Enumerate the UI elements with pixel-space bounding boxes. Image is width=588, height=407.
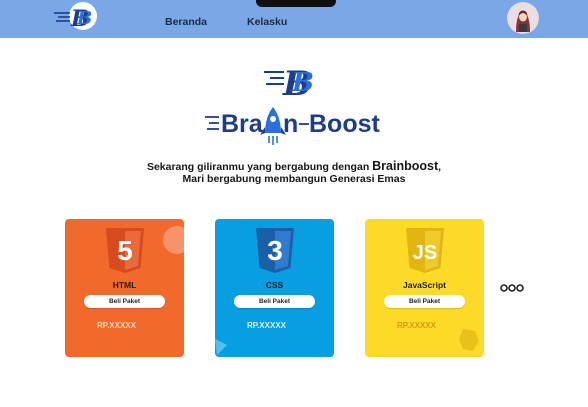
course-title-css: CSS xyxy=(265,280,284,290)
tagline-brand: Brainboost xyxy=(372,159,439,173)
svg-text:n: n xyxy=(283,110,298,138)
brainboost-b-mark-icon: B B xyxy=(264,64,314,102)
tagline-prefix: Sekarang giliranmu yang bergabung dengan xyxy=(146,161,373,173)
tagline-suffix: , xyxy=(438,161,442,173)
user-avatar-icon[interactable] xyxy=(507,2,539,34)
course-title-javascript: JavaScript xyxy=(403,280,446,290)
course-price-javascript: RP.XXXXX xyxy=(397,321,436,330)
svg-text:B: B xyxy=(76,8,92,29)
tagline-line-2: Mari bergabung membangun Generasi Emas xyxy=(182,173,406,185)
javascript-icon: JS xyxy=(406,228,444,273)
course-card-html[interactable]: 5 HTML Beli Paket RP.XXXXX xyxy=(65,219,184,357)
js-badge-letters: JS xyxy=(413,242,437,264)
buy-package-button-html[interactable]: Beli Paket xyxy=(84,295,165,308)
nav-link-beranda[interactable]: Beranda xyxy=(165,16,207,28)
course-price-css: RP.XXXXX xyxy=(247,321,286,330)
more-dots-icon[interactable] xyxy=(499,282,525,294)
tagline-line-1: Sekarang giliranmu yang bergabung dengan… xyxy=(0,159,588,173)
css3-badge-number: 3 xyxy=(267,235,283,266)
course-title-html: HTML xyxy=(112,280,137,290)
brainboost-logo-icon[interactable]: B B xyxy=(52,1,100,33)
decor-hexagon-shape xyxy=(459,329,479,351)
buy-package-button-javascript[interactable]: Beli Paket xyxy=(384,295,465,308)
course-card-css[interactable]: 3 CSS Beli Paket RP.XXXXX xyxy=(215,219,334,357)
nav-link-kelasku[interactable]: Kelasku xyxy=(247,16,287,28)
html5-badge-number: 5 xyxy=(117,235,133,266)
css3-icon: 3 xyxy=(256,228,294,273)
camera-notch xyxy=(256,0,336,7)
course-card-javascript[interactable]: JS JavaScript Beli Paket RP.XXXXX xyxy=(365,219,484,357)
svg-text:B: B xyxy=(291,68,314,98)
buy-package-button-css[interactable]: Beli Paket xyxy=(234,295,315,308)
course-price-html: RP.XXXXX xyxy=(97,321,136,330)
brand-word-right: Boost xyxy=(309,110,381,138)
decor-triangle-shape xyxy=(215,339,227,355)
decor-circle-shape xyxy=(163,226,184,254)
navbar: B B Beranda Kelasku xyxy=(0,0,588,38)
brand-word-left: Bra xyxy=(221,110,264,138)
brainboost-wordmark: Bra n Boost xyxy=(205,107,381,145)
html5-icon: 5 xyxy=(106,228,144,273)
